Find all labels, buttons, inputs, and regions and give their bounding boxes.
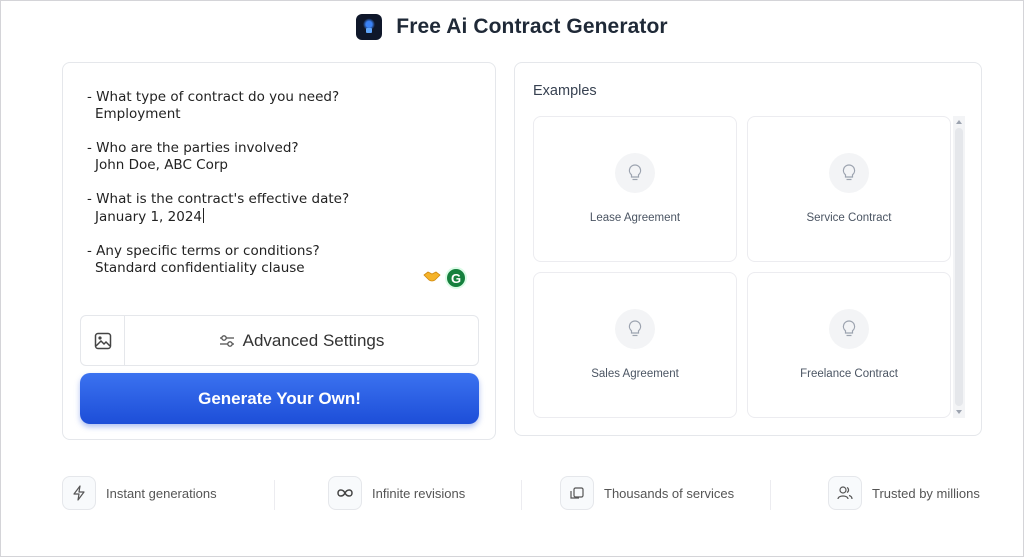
feature-label: Infinite revisions [372, 485, 466, 501]
examples-title: Examples [533, 83, 597, 99]
example-label: Sales Agreement [591, 368, 679, 380]
advanced-settings-label: Advanced Settings [242, 330, 385, 350]
prompt-question: - Any specific terms or conditions? [87, 243, 320, 259]
handshake-icon[interactable] [423, 269, 441, 287]
features-bar: Instant generations Infinite revisions T… [0, 476, 1024, 514]
copy-icon [560, 476, 594, 510]
app-logo-icon [356, 14, 383, 40]
divider [521, 480, 522, 510]
scroll-up-arrow-icon[interactable] [956, 120, 962, 124]
prompt-answer: Employment [95, 106, 181, 122]
scroll-down-arrow-icon[interactable] [956, 410, 962, 414]
image-icon [94, 332, 111, 349]
feature-label: Instant generations [106, 485, 217, 501]
feature-label: Trusted by millions [872, 485, 980, 501]
grammarly-icon[interactable]: G [445, 267, 467, 289]
prompt-item: - Any specific terms or conditions? Stan… [87, 243, 477, 277]
example-service-contract[interactable]: Service Contract [747, 116, 951, 262]
lightning-icon [62, 476, 96, 510]
prompt-answer-line: January 1, 2024 [87, 208, 477, 226]
prompt-answer: January 1, 2024 [95, 209, 202, 225]
feature-infinite-revisions: Infinite revisions [328, 476, 465, 510]
settings-bar: Advanced Settings [80, 315, 479, 366]
users-icon [828, 476, 862, 510]
extension-icons: G [423, 267, 467, 289]
feature-instant-generations: Instant generations [62, 476, 217, 510]
feature-trusted-by-millions: Trusted by millions [828, 476, 980, 510]
example-label: Lease Agreement [589, 212, 681, 224]
prompt-item: - What type of contract do you need? Emp… [87, 89, 477, 123]
header: Free Ai Contract Generator [0, 10, 1024, 44]
lightbulb-icon [615, 309, 655, 349]
divider [770, 480, 771, 510]
divider [274, 480, 275, 510]
prompt-card: - What type of contract do you need? Emp… [62, 62, 496, 440]
sliders-icon [219, 334, 234, 347]
prompt-item: - Who are the parties involved? John Doe… [87, 140, 477, 174]
prompt-question: - What is the contract's effective date? [87, 191, 350, 207]
feature-label: Thousands of services [604, 485, 735, 501]
example-sales-agreement[interactable]: Sales Agreement [533, 272, 737, 418]
examples-card: Examples Lease Agreement Service Contrac… [514, 62, 982, 436]
prompt-textarea[interactable]: - What type of contract do you need? Emp… [87, 89, 477, 294]
prompt-question: - What type of contract do you need? [87, 89, 340, 105]
scroll-thumb[interactable] [955, 128, 963, 406]
lightbulb-icon [615, 153, 655, 193]
page-title: Free Ai Contract Generator [396, 15, 668, 38]
lightbulb-icon [829, 153, 869, 193]
text-caret [203, 208, 204, 223]
prompt-answer: John Doe, ABC Corp [95, 157, 228, 173]
advanced-settings-button[interactable]: Advanced Settings [125, 316, 478, 365]
feature-thousands-of-services: Thousands of services [560, 476, 734, 510]
example-lease-agreement[interactable]: Lease Agreement [533, 116, 737, 262]
examples-scrollbar[interactable] [953, 116, 965, 418]
image-upload-button[interactable] [81, 316, 125, 365]
prompt-item: - What is the contract's effective date?… [87, 191, 477, 226]
example-freelance-contract[interactable]: Freelance Contract [747, 272, 951, 418]
lightbulb-icon [829, 309, 869, 349]
generate-button[interactable]: Generate Your Own! [80, 373, 479, 424]
example-label: Service Contract [806, 212, 892, 224]
prompt-answer: Standard confidentiality clause [95, 260, 305, 276]
example-label: Freelance Contract [800, 368, 898, 380]
examples-grid: Lease Agreement Service Contract Sales A… [533, 116, 953, 418]
prompt-question: - Who are the parties involved? [87, 140, 299, 156]
infinity-icon [328, 476, 362, 510]
